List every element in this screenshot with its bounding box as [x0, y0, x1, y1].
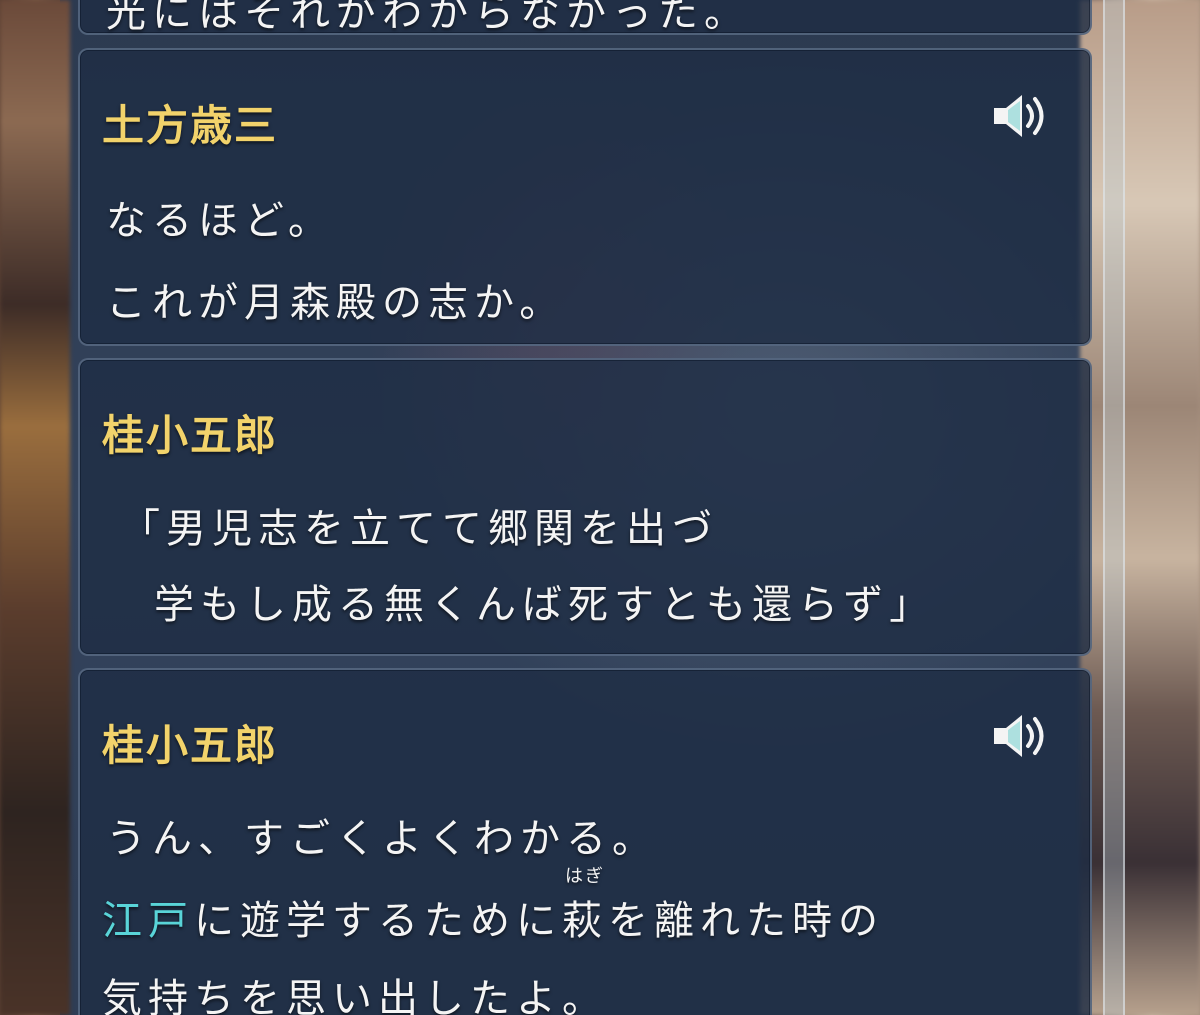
ruby-word: はぎ萩	[562, 866, 608, 946]
speaker-name: 桂小五郎	[102, 411, 279, 460]
dialogue-text: に遊学するために	[194, 898, 562, 944]
dialogue-line: 江戸に遊学するために はぎ萩を離れた時の	[102, 866, 884, 946]
dialogue-line: なるほど。	[106, 198, 334, 244]
backlog-panel: 光にはそれがわからなかった。 土方歳三 なるほど。 これが月森殿の志か。 桂小五…	[78, 0, 1092, 1015]
background-right	[1080, 0, 1200, 1015]
speaker-name: 桂小五郎	[102, 721, 279, 770]
log-entry: 土方歳三 なるほど。 これが月森殿の志か。	[78, 48, 1092, 346]
dialogue-line: 「男児志を立てて郷関を出づ	[120, 506, 718, 552]
log-entry: 桂小五郎 うん、すごくよくわかる。 江戸に遊学するために はぎ萩を離れた時の 気持…	[78, 668, 1092, 1015]
log-scrollbar[interactable]	[1103, 0, 1125, 1015]
speaker-volume-icon[interactable]	[988, 708, 1054, 764]
dialogue-line: 学もし成る無くんば死すとも還らず」	[154, 582, 936, 628]
glossary-term[interactable]: 江戸	[102, 898, 194, 944]
dialogue-line: 気持ちを思い出したよ。	[102, 976, 608, 1015]
dialogue-text: を離れた時の	[608, 898, 884, 944]
log-entry-partial: 光にはそれがわからなかった。	[78, 0, 1092, 36]
ruby-reading: はぎ	[565, 866, 605, 887]
background-left	[0, 0, 70, 1015]
dialogue-line: これが月森殿の志か。	[106, 280, 566, 326]
dialogue-line: うん、すごくよくわかる。	[106, 816, 658, 862]
log-entry: 桂小五郎 「男児志を立てて郷関を出づ 学もし成る無くんば死すとも還らず」	[78, 358, 1092, 656]
ruby-base: 萩	[562, 898, 608, 944]
dialogue-line: 光にはそれがわからなかった。	[106, 0, 750, 36]
speaker-name: 土方歳三	[102, 101, 279, 150]
speaker-volume-icon[interactable]	[988, 88, 1054, 144]
